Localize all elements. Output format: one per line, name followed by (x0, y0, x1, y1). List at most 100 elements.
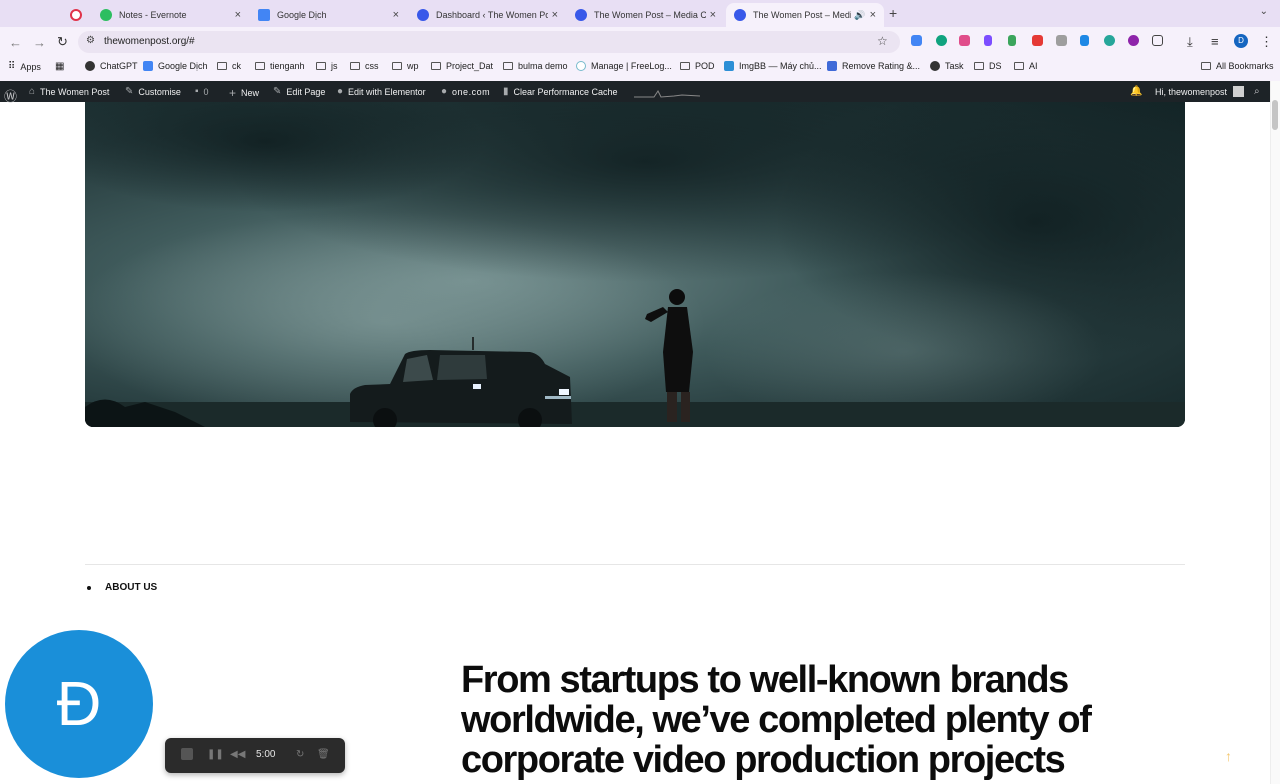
scrollbar-thumb[interactable] (1272, 100, 1278, 130)
gear-ext-icon[interactable] (1128, 35, 1139, 46)
admin-onecom[interactable]: ● one.com (441, 86, 490, 97)
new-tab-icon[interactable]: + (889, 5, 897, 21)
forward-icon[interactable]: → (33, 35, 46, 50)
bookmark-folder-ai[interactable]: AI (1014, 61, 1038, 71)
restart-icon[interactable]: ↻ (296, 749, 304, 760)
record-icon (70, 9, 82, 21)
scroll-to-top-icon[interactable]: ↑ (1225, 748, 1232, 764)
admin-account[interactable]: Hi, thewomenpost (1155, 86, 1245, 97)
admin-customise[interactable]: ✎ Customise (125, 86, 181, 97)
bookmark-folder-project-dat[interactable]: Project_Dat (431, 61, 493, 71)
bookmark-grid[interactable]: ▦ (55, 61, 64, 72)
address-bar[interactable] (78, 31, 900, 53)
freelogo-icon (576, 61, 586, 71)
trash-icon[interactable]: 🗑 (317, 749, 330, 760)
pencil-icon: ✎ (273, 86, 282, 97)
stop-icon[interactable] (181, 748, 193, 760)
close-icon[interactable]: × (710, 9, 716, 21)
tab-dashboard[interactable]: Dashboard ‹ The Women Pos × (409, 3, 566, 27)
profile-avatar[interactable]: D (1234, 34, 1248, 48)
reading-list-icon[interactable]: ≡ (1211, 34, 1219, 49)
bookmark-imgbb[interactable]: ImgBB — Máy chủ... (724, 61, 822, 71)
admin-search-icon[interactable]: ⌕ (1254, 86, 1265, 97)
onecom-icon: ● (441, 86, 448, 97)
admin-site-link[interactable]: ⌂ The Women Post (29, 86, 109, 97)
wordpress-icon (734, 9, 746, 21)
reload-icon[interactable]: ↻ (57, 34, 68, 50)
tab-label: The Women Post – Media Co (594, 10, 706, 20)
bookmark-google-translate[interactable]: Google Dịch (143, 61, 208, 71)
tab-media-active[interactable]: The Women Post – Media 🔊 × (726, 3, 884, 27)
bookmark-star-icon[interactable]: ☆ (877, 34, 888, 48)
color-ext-icon[interactable] (1008, 35, 1016, 46)
back-icon[interactable]: ← (9, 35, 22, 50)
url-text[interactable]: thewomenpost.org/# (104, 36, 195, 47)
about-us-link[interactable]: ABOUT US (87, 582, 157, 593)
extensions-icon[interactable] (1152, 35, 1163, 46)
chatgpt-ext-icon[interactable] (936, 35, 947, 46)
admin-edit-page[interactable]: ✎ Edit Page (273, 86, 325, 97)
tab-evernote[interactable]: Notes - Evernote × (92, 3, 249, 27)
bookmark-folder-ds[interactable]: DS (974, 61, 1002, 71)
wordpress-logo-icon[interactable]: Ⓦ (4, 86, 22, 105)
globe-icon (930, 61, 940, 71)
site-info-icon[interactable]: ⚙ (86, 35, 95, 46)
bookmark-folder-pod[interactable]: POD (680, 61, 715, 71)
pause-icon[interactable]: ❚❚ (207, 749, 224, 760)
ext-icon[interactable] (1104, 35, 1115, 46)
doc-ext-icon[interactable] (1080, 35, 1089, 46)
bookmark-task[interactable]: Task (930, 61, 964, 71)
scrollbar[interactable] (1270, 81, 1280, 784)
admin-new[interactable]: + New (229, 86, 259, 100)
hero-video[interactable] (85, 102, 1185, 427)
wordpress-icon (417, 9, 429, 21)
bookmark-folder-js[interactable]: js (316, 61, 338, 71)
bell-icon[interactable]: 🔔 (1130, 86, 1147, 97)
ext-icon[interactable] (959, 35, 970, 46)
bookmark-folder-bulma[interactable]: bulma demo (503, 61, 568, 71)
bookmark-folder-tienganh[interactable]: tienganh (255, 61, 305, 71)
close-icon[interactable]: × (393, 9, 399, 21)
bookmark-remove-rating[interactable]: Remove Rating &... (827, 61, 920, 71)
folder-icon (1201, 62, 1211, 70)
bookmark-freelogo[interactable]: Manage | FreeLog... (576, 61, 672, 71)
translate-icon (258, 9, 270, 21)
tab-media-co[interactable]: The Women Post – Media Co × (567, 3, 724, 27)
folder-icon (503, 62, 513, 70)
wordpress-icon (575, 9, 587, 21)
bookmark-apps[interactable]: ⠿ Apps (8, 61, 41, 72)
storm-scene (85, 102, 1185, 427)
speaker-icon[interactable]: 🔊 (854, 10, 865, 21)
folder-icon (680, 62, 690, 70)
rewind-icon[interactable]: ◀◀ (230, 749, 245, 760)
tab-label: The Women Post – Media (753, 10, 852, 20)
menu-icon[interactable]: ⋮ (1260, 34, 1273, 50)
download-icon[interactable]: ⤓ (1187, 34, 1193, 50)
bookmark-folder-ck[interactable]: ck (217, 61, 241, 71)
tab-0[interactable] (62, 3, 92, 27)
folder-icon (974, 62, 984, 70)
evernote-icon (100, 9, 112, 21)
performance-graph (634, 90, 700, 98)
all-bookmarks[interactable]: All Bookmarks (1201, 61, 1274, 71)
translate-ext-icon[interactable] (911, 35, 922, 46)
close-icon[interactable]: × (235, 9, 241, 21)
grid-icon: ▦ (55, 61, 65, 72)
floating-avatar[interactable]: Đ (5, 630, 153, 778)
tab-google-translate[interactable]: Google Dịch × (250, 3, 407, 27)
chevron-down-icon[interactable]: ⌄ (1260, 6, 1268, 17)
admin-comments[interactable]: ▪ 0 (195, 86, 209, 97)
badge-ext-icon[interactable] (1032, 35, 1043, 46)
folder-icon (255, 62, 265, 70)
bookmark-folder-css[interactable]: css (350, 61, 379, 71)
close-icon[interactable]: × (552, 9, 558, 21)
folder-icon (392, 62, 402, 70)
tab-label: Dashboard ‹ The Women Pos (436, 10, 548, 20)
close-icon[interactable]: × (870, 9, 876, 21)
admin-edit-elementor[interactable]: ● Edit with Elementor (337, 86, 426, 97)
camera-ext-icon[interactable] (1056, 35, 1067, 46)
pen-ext-icon[interactable] (984, 35, 992, 46)
admin-clear-cache[interactable]: ▮ Clear Performance Cache (503, 86, 618, 97)
bookmark-folder-wp[interactable]: wp (392, 61, 419, 71)
bookmark-chatgpt[interactable]: ChatGPT (85, 61, 138, 71)
